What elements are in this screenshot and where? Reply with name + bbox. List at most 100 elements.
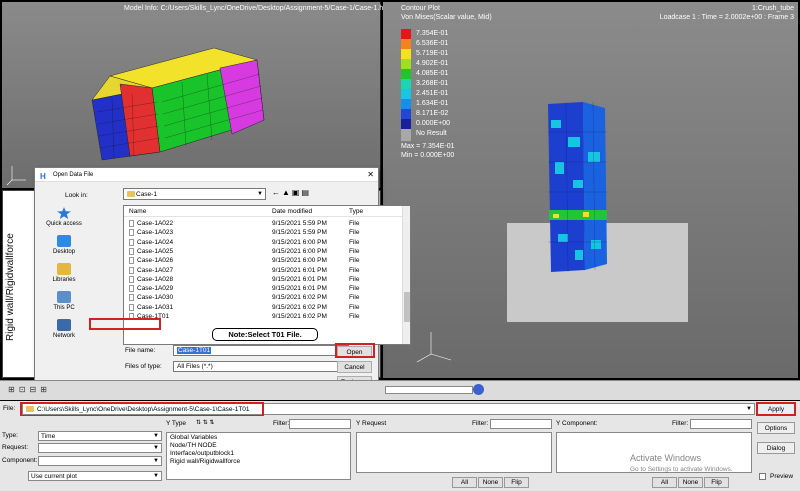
y-request-none-button[interactable]: None: [478, 477, 503, 488]
file-name-input[interactable]: Case-1T01 ▼: [173, 345, 349, 356]
y-type-list[interactable]: Global Variables Node/TH NODE Interface/ou…: [166, 432, 351, 480]
file-list-scrollbar[interactable]: [402, 206, 410, 344]
y-type-filter-input[interactable]: [289, 419, 351, 429]
file-row[interactable]: Case-1T01 9/15/2021 6:02 PM File: [124, 312, 404, 321]
y-request-all-button[interactable]: All: [452, 477, 477, 488]
file-row[interactable]: Case-1A031 9/15/2021 6:02 PM File: [124, 303, 404, 312]
look-in-label: Look in:: [65, 192, 88, 199]
files-of-type-label: Files of type:: [125, 363, 162, 370]
look-in-select[interactable]: Case-1 ▼: [123, 188, 266, 200]
options-button[interactable]: Options: [757, 422, 795, 434]
back-icon[interactable]: ←: [272, 188, 282, 197]
column-type[interactable]: Type: [349, 208, 363, 215]
up-folder-icon[interactable]: ▲: [282, 188, 292, 197]
file-date: 9/15/2021 6:02 PM: [272, 303, 327, 311]
y-component-flip-button[interactable]: Flip: [704, 477, 729, 488]
open-data-file-dialog[interactable]: H Open Data File ✕ Look in: Case-1 ▼ ←▲▣…: [34, 167, 411, 388]
file-type: File: [349, 247, 360, 255]
file-row[interactable]: Case-1A030 9/15/2021 6:02 PM File: [124, 293, 404, 302]
file-date: 9/15/2021 6:01 PM: [272, 275, 327, 283]
file-date: 9/15/2021 6:00 PM: [272, 247, 327, 255]
libraries-icon: [57, 263, 71, 275]
chevron-down-icon: ▼: [153, 433, 159, 439]
file-icon: [129, 275, 134, 283]
x-request-label: Request:: [2, 444, 29, 451]
animation-slider[interactable]: [385, 386, 473, 394]
files-of-type-value: All Files (*.*): [177, 363, 213, 370]
place-libraries[interactable]: Libraries: [39, 263, 89, 283]
file-name: Case-1A022: [137, 220, 174, 227]
file-type: File: [349, 275, 360, 283]
x-type-value: Time: [41, 433, 56, 440]
cancel-button[interactable]: Cancel: [337, 361, 372, 373]
contour-viewport[interactable]: Contour Plot Von Mises(Scalar value, Mid…: [383, 2, 798, 378]
column-date[interactable]: Date modified: [272, 208, 312, 215]
places-bar: Quick access Desktop Libraries This PC N…: [39, 205, 89, 345]
place-label: Quick access: [46, 221, 82, 227]
x-component-select[interactable]: ▼: [38, 456, 162, 466]
place-this-pc[interactable]: This PC: [39, 291, 89, 311]
files-of-type-select[interactable]: All Files (*.*) ▼: [173, 361, 349, 372]
place-desktop[interactable]: Desktop: [39, 235, 89, 255]
place-label: Network: [52, 333, 75, 339]
file-list-header: Name Date modified Type: [124, 206, 410, 217]
preview-label: Preview: [770, 473, 794, 480]
scroll-thumb[interactable]: [404, 292, 410, 322]
file-row[interactable]: Case-1A022 9/15/2021 5:59 PM File: [124, 219, 404, 228]
y-type-item[interactable]: Node/TH NODE: [170, 442, 347, 450]
file-type: File: [349, 220, 360, 227]
dialog-button[interactable]: Dialog: [757, 442, 795, 454]
file-name: Case-1A030: [137, 294, 174, 302]
view-menu-icon[interactable]: ▤: [301, 188, 311, 197]
file-type: File: [349, 257, 360, 265]
y-component-none-button[interactable]: None: [678, 477, 703, 488]
x-type-select[interactable]: Time ▼: [38, 431, 162, 441]
plot-tools-icon[interactable]: ⊞⊡⊟⊞: [8, 385, 51, 394]
file-type: File: [349, 294, 360, 302]
y-request-filter-input[interactable]: [490, 419, 552, 429]
place-quick-access[interactable]: Quick access: [39, 207, 89, 227]
file-row[interactable]: Case-1A029 9/15/2021 6:01 PM File: [124, 284, 404, 293]
place-network[interactable]: Network: [39, 319, 89, 339]
file-date: 9/15/2021 6:00 PM: [272, 238, 327, 246]
y-axis-label: Rigid wall/Rigidwallforce: [5, 233, 16, 341]
play-icon[interactable]: [473, 384, 484, 395]
file-icon: [129, 303, 134, 311]
file-name: Case-1A024: [137, 238, 174, 246]
plot-target-select[interactable]: Use current plot ▼: [28, 471, 162, 481]
y-type-item[interactable]: Rigid wall/Rigidwallforce: [170, 458, 347, 466]
y-type-item[interactable]: Global Variables: [170, 434, 347, 442]
chevron-down-icon[interactable]: ▼: [746, 404, 752, 415]
file-row[interactable]: Case-1A024 9/15/2021 6:00 PM File: [124, 238, 404, 247]
file-type: File: [349, 266, 360, 274]
file-row[interactable]: Case-1A028 9/15/2021 6:01 PM File: [124, 275, 404, 284]
close-icon[interactable]: ✕: [367, 168, 374, 182]
file-row[interactable]: Case-1A026 9/15/2021 6:00 PM File: [124, 256, 404, 265]
dialog-titlebar[interactable]: H Open Data File ✕: [35, 168, 378, 182]
y-component-filter-input[interactable]: [690, 419, 752, 429]
file-row[interactable]: Case-1A023 9/15/2021 5:59 PM File: [124, 228, 404, 237]
file-list[interactable]: Name Date modified Type Case-1A022 9/15/2…: [123, 205, 411, 345]
network-icon: [57, 319, 71, 331]
file-date: 9/15/2021 6:02 PM: [272, 313, 327, 320]
file-icon: [129, 247, 134, 255]
star-icon: [57, 207, 71, 219]
y-request-flip-button[interactable]: Flip: [504, 477, 529, 488]
x-request-select[interactable]: ▼: [38, 443, 162, 453]
y-type-filter-label: Filter:: [273, 420, 290, 427]
preview-checkbox[interactable]: [759, 473, 766, 480]
build-plots-panel: Type: Time ▼ Request: ▼ Component: ▼ Use …: [0, 416, 800, 491]
file-row[interactable]: Case-1A025 9/15/2021 6:00 PM File: [124, 247, 404, 256]
file-row[interactable]: Case-1A027 9/15/2021 6:01 PM File: [124, 266, 404, 275]
chevron-down-icon: ▼: [153, 473, 159, 479]
y-request-list[interactable]: [356, 432, 552, 473]
chevron-down-icon: ▼: [257, 191, 263, 197]
file-icon: [129, 285, 134, 293]
y-component-all-button[interactable]: All: [652, 477, 677, 488]
y-type-item[interactable]: Interface/outputblock1: [170, 450, 347, 458]
file-name: Case-1A029: [137, 285, 174, 293]
model-viewport[interactable]: Model Info: C:/Users/Skills_Lync/OneDriv…: [2, 2, 389, 188]
sort-icons[interactable]: ⇅ ⇅ ⇅: [196, 419, 214, 426]
file-name: Case-1A031: [137, 303, 174, 311]
column-name[interactable]: Name: [129, 208, 146, 215]
